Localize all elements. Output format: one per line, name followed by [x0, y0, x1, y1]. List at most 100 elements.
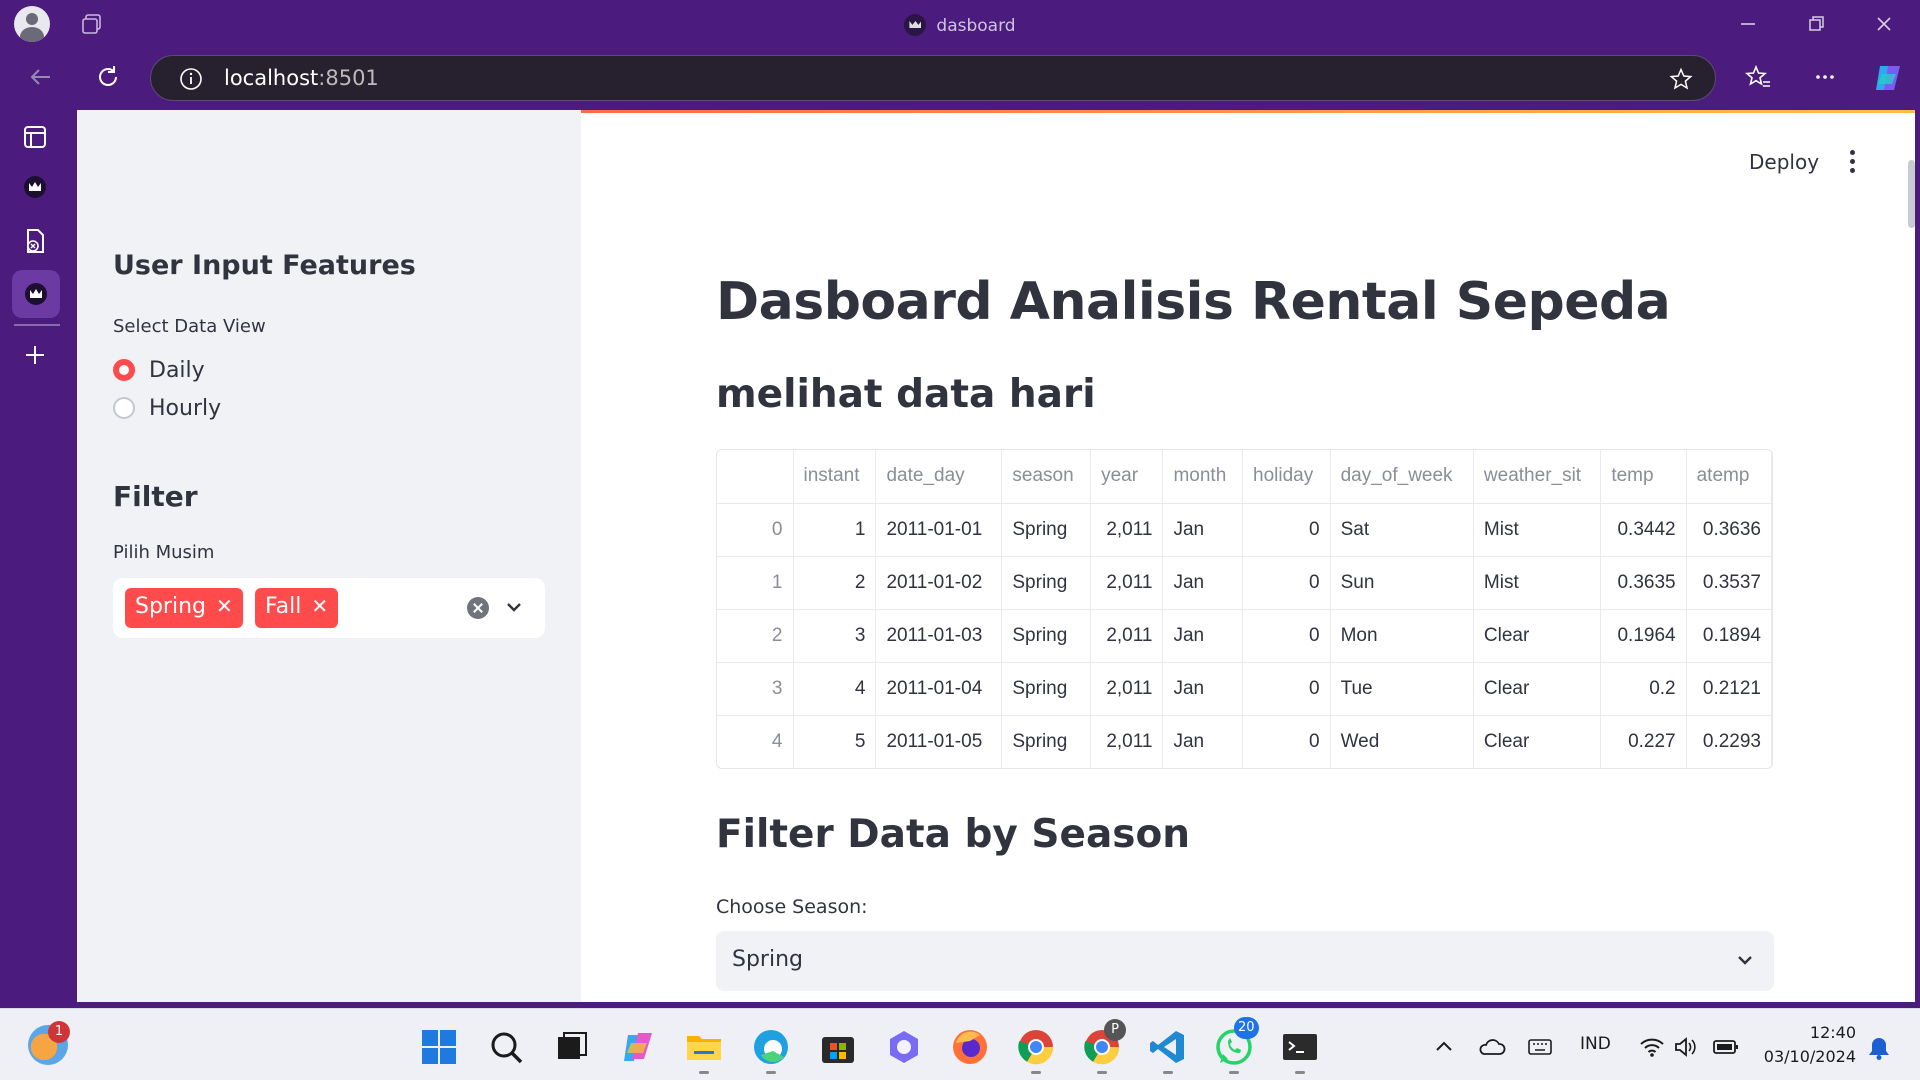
copilot-icon[interactable] — [1870, 60, 1906, 96]
streamlit-tab-icon[interactable] — [20, 172, 50, 202]
table-cell[interactable]: Jan — [1162, 503, 1244, 557]
table-cell[interactable]: Sat — [1330, 503, 1474, 557]
edge-browser-icon[interactable] — [751, 1027, 791, 1067]
table-cell[interactable]: Spring — [1001, 715, 1092, 768]
notification-bell-icon[interactable] — [1866, 1035, 1892, 1061]
file-explorer-icon[interactable] — [684, 1027, 724, 1067]
table-cell[interactable]: Spring — [1001, 503, 1092, 557]
table-cell[interactable]: Jan — [1162, 715, 1244, 768]
row-index-cell[interactable]: 0 — [717, 503, 794, 557]
column-header[interactable]: year — [1090, 450, 1164, 504]
table-cell[interactable]: Clear — [1473, 609, 1602, 663]
column-header[interactable]: month — [1162, 450, 1244, 504]
season-selectbox[interactable]: Spring — [716, 931, 1774, 991]
add-tab-plus-icon[interactable] — [20, 340, 50, 370]
main-menu-icon[interactable] — [1848, 150, 1856, 174]
remove-chip-icon[interactable]: ✕ — [311, 594, 328, 618]
remove-chip-icon[interactable]: ✕ — [216, 594, 233, 618]
favorites-icon[interactable] — [1743, 62, 1773, 92]
row-index-cell[interactable]: 3 — [717, 662, 794, 716]
radio-hourly[interactable]: Hourly — [113, 393, 221, 423]
column-header[interactable]: temp — [1600, 450, 1687, 504]
table-cell[interactable]: 0.1964 — [1600, 609, 1687, 663]
chevron-down-icon[interactable] — [1734, 949, 1756, 971]
copilot-app-icon[interactable] — [618, 1027, 658, 1067]
system-clock[interactable]: 12:40 03/10/2024 — [1760, 1021, 1856, 1069]
minimize-icon[interactable] — [1734, 10, 1762, 38]
table-cell[interactable]: Spring — [1001, 609, 1092, 663]
table-cell[interactable]: 0 — [1242, 609, 1331, 663]
terminal-icon[interactable] — [1280, 1027, 1320, 1067]
table-cell[interactable]: 2,011 — [1090, 662, 1164, 716]
column-header[interactable]: day_of_week — [1330, 450, 1474, 504]
table-cell[interactable]: Jan — [1162, 609, 1244, 663]
language-indicator[interactable]: IND — [1580, 1034, 1611, 1054]
clear-all-icon[interactable] — [467, 597, 489, 619]
row-index-cell[interactable]: 4 — [717, 715, 794, 768]
table-cell[interactable]: 2011-01-03 — [875, 609, 1003, 663]
table-cell[interactable]: 4 — [793, 662, 877, 716]
column-header[interactable]: season — [1001, 450, 1092, 504]
table-cell[interactable]: 2 — [793, 556, 877, 610]
more-options-icon[interactable] — [1810, 62, 1840, 92]
table-cell[interactable]: Mist — [1473, 556, 1602, 610]
back-arrow-icon[interactable] — [26, 62, 56, 92]
column-header[interactable]: holiday — [1242, 450, 1331, 504]
url-text[interactable]: localhost:8501 — [224, 66, 379, 90]
table-cell[interactable]: Jan — [1162, 556, 1244, 610]
chip-spring[interactable]: Spring ✕ — [125, 588, 243, 628]
table-cell[interactable]: 2011-01-02 — [875, 556, 1003, 610]
table-cell[interactable]: 0.1894 — [1686, 609, 1772, 663]
active-streamlit-tab[interactable] — [12, 270, 60, 318]
table-cell[interactable]: 1 — [793, 503, 877, 557]
table-cell[interactable]: 0 — [1242, 503, 1331, 557]
table-cell[interactable]: 0.3635 — [1600, 556, 1687, 610]
table-cell[interactable]: 0.2 — [1600, 662, 1687, 716]
table-cell[interactable]: 3 — [793, 609, 877, 663]
table-cell[interactable]: 0.2293 — [1686, 715, 1772, 768]
battery-icon[interactable] — [1712, 1033, 1740, 1061]
deploy-button[interactable]: Deploy — [1749, 150, 1819, 174]
table-cell[interactable]: 0 — [1242, 662, 1331, 716]
table-cell[interactable]: 0 — [1242, 556, 1331, 610]
radio-unchecked-icon[interactable] — [113, 397, 135, 419]
address-bar[interactable]: localhost:8501 — [150, 55, 1716, 101]
daily-data-table[interactable]: instant date_day season year month holid… — [716, 449, 1773, 769]
table-cell[interactable]: 5 — [793, 715, 877, 768]
table-cell[interactable]: 0.3537 — [1686, 556, 1772, 610]
search-icon[interactable] — [486, 1027, 526, 1067]
table-cell[interactable]: Jan — [1162, 662, 1244, 716]
vscode-icon[interactable] — [1148, 1027, 1188, 1067]
start-windows-icon[interactable] — [419, 1027, 459, 1067]
chevron-up-icon[interactable] — [1432, 1035, 1456, 1059]
radio-daily[interactable]: Daily — [113, 355, 205, 385]
table-cell[interactable]: Clear — [1473, 662, 1602, 716]
column-header[interactable]: date_day — [875, 450, 1003, 504]
table-cell[interactable]: Clear — [1473, 715, 1602, 768]
wifi-icon[interactable] — [1638, 1033, 1666, 1061]
table-cell[interactable]: Tue — [1330, 662, 1474, 716]
refresh-icon[interactable] — [93, 62, 123, 92]
chevron-down-icon[interactable] — [503, 596, 525, 618]
row-index-cell[interactable]: 2 — [717, 609, 794, 663]
table-cell[interactable]: Spring — [1001, 556, 1092, 610]
table-cell[interactable]: 0.2121 — [1686, 662, 1772, 716]
table-cell[interactable]: 2011-01-01 — [875, 503, 1003, 557]
table-cell[interactable]: 0.3636 — [1686, 503, 1772, 557]
volume-icon[interactable] — [1672, 1033, 1700, 1061]
table-cell[interactable]: 2011-01-05 — [875, 715, 1003, 768]
page-scrollbar[interactable] — [1908, 160, 1915, 228]
table-cell[interactable]: 2011-01-04 — [875, 662, 1003, 716]
m365-copilot-icon[interactable] — [884, 1027, 924, 1067]
column-header[interactable]: instant — [793, 450, 877, 504]
table-cell[interactable]: Wed — [1330, 715, 1474, 768]
season-multiselect[interactable]: Spring ✕ Fall ✕ — [113, 578, 545, 638]
table-cell[interactable]: Sun — [1330, 556, 1474, 610]
radio-checked-icon[interactable] — [113, 359, 135, 381]
site-info-icon[interactable] — [179, 67, 203, 91]
table-cell[interactable]: 0 — [1242, 715, 1331, 768]
chrome-icon[interactable] — [1016, 1027, 1056, 1067]
table-cell[interactable]: 2,011 — [1090, 503, 1164, 557]
onedrive-cloud-icon[interactable] — [1478, 1033, 1506, 1061]
add-favorite-star-icon[interactable] — [1669, 67, 1693, 91]
